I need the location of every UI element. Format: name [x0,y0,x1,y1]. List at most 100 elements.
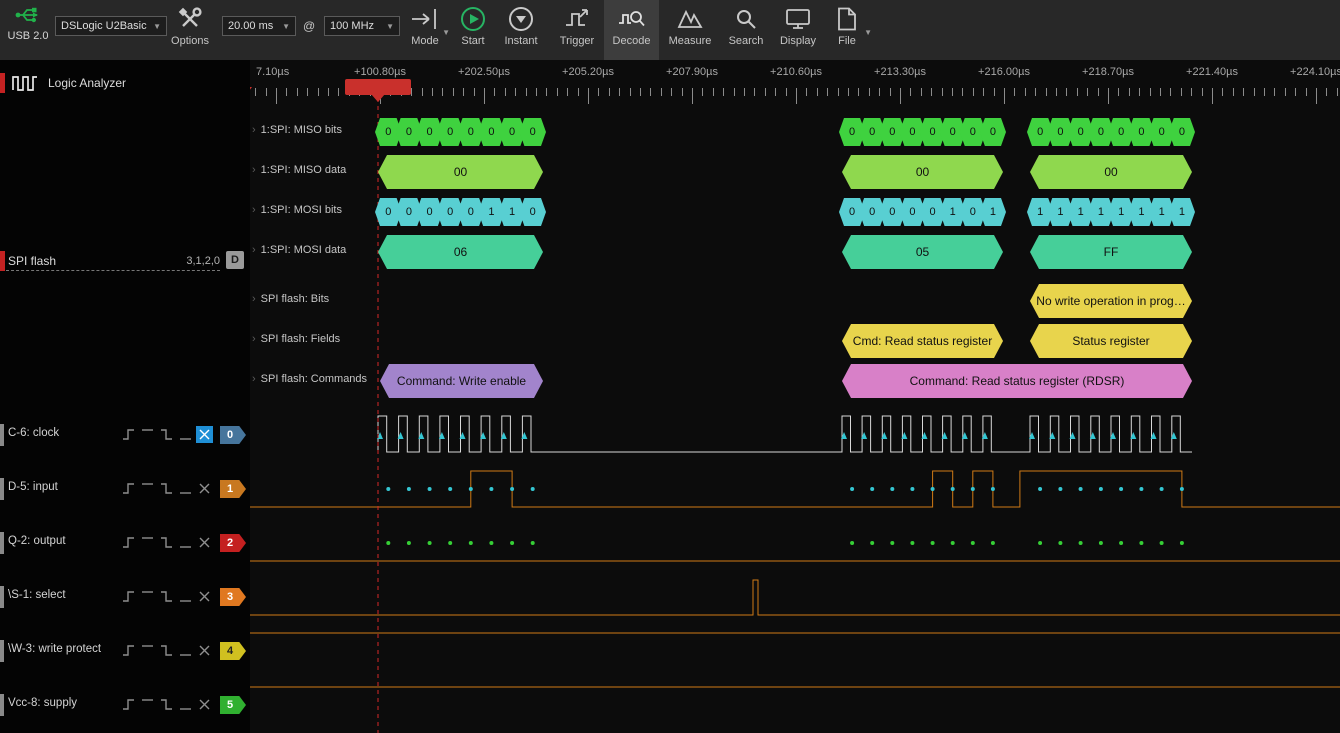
decode-annotation[interactable]: 00 [842,155,1003,189]
decode-row-label[interactable]: ›SPI flash: Commands [250,373,382,389]
decode-annotation[interactable]: 0 [1169,118,1195,146]
falling-edge-trigger-icon[interactable] [158,534,175,551]
decode-row-label[interactable]: ›1:SPI: MISO bits [250,124,382,140]
channel-row[interactable]: Q-2: output2 [0,531,250,555]
any-edge-trigger-icon[interactable] [196,426,213,443]
falling-edge-trigger-icon[interactable] [158,696,175,713]
file-button[interactable]: File ▼ [821,2,873,60]
falling-edge-trigger-icon[interactable] [158,642,175,659]
decode-annotation[interactable]: No write operation in prog… [1030,284,1192,318]
decode-annotation[interactable]: 05 [842,235,1003,269]
decode-annotation[interactable]: 0 [980,118,1006,146]
row-collapse-icon[interactable]: › [252,333,256,345]
options-button[interactable]: Options [162,2,218,60]
channel-index-badge[interactable]: 2 [220,534,246,552]
decode-annotation[interactable]: Command: Read status register (RDSR) [842,364,1192,398]
decode-row-label[interactable]: ›1:SPI: MOSI bits [250,204,382,220]
row-collapse-icon[interactable]: › [252,293,256,305]
any-edge-trigger-icon[interactable] [196,534,213,551]
channel-index-badge[interactable]: 4 [220,642,246,660]
device-row[interactable]: Logic Analyzer [0,72,250,96]
row-collapse-icon[interactable]: › [252,204,256,216]
decoder-row[interactable]: SPI flash 3,1,2,0 D [0,250,250,274]
low-level-trigger-icon[interactable] [177,696,194,713]
falling-edge-trigger-icon[interactable] [158,480,175,497]
row-collapse-icon[interactable]: › [252,244,256,256]
decode-annotation[interactable]: FF [1030,235,1192,269]
channel-index-badge[interactable]: 3 [220,588,246,606]
trigger-flag[interactable] [345,79,411,95]
low-level-trigger-icon[interactable] [177,426,194,443]
channel-index-badge[interactable]: 1 [220,480,246,498]
decode-annotation[interactable]: Command: Write enable [380,364,543,398]
measure-button[interactable]: Measure [664,2,716,60]
high-level-trigger-icon[interactable] [139,426,156,443]
channel-row[interactable]: Vcc-8: supply5 [0,693,250,717]
decode-annotation[interactable]: 00 [1030,155,1192,189]
high-level-trigger-icon[interactable] [139,642,156,659]
decode-row-label[interactable]: ›1:SPI: MOSI data [250,244,382,260]
decode-annotation[interactable]: Status register [1030,324,1192,358]
rising-edge-trigger-icon[interactable] [120,588,137,605]
any-edge-trigger-icon[interactable] [196,642,213,659]
sample-rate-select[interactable]: 100 MHz ▼ [324,16,400,36]
decode-row-label[interactable]: ›SPI flash: Fields [250,333,382,349]
high-level-trigger-icon[interactable] [139,696,156,713]
channel-grab-handle[interactable] [0,532,4,554]
high-level-trigger-icon[interactable] [139,480,156,497]
high-level-trigger-icon[interactable] [139,588,156,605]
channel-row[interactable]: \W-3: write protect4 [0,639,250,663]
any-edge-trigger-icon[interactable] [196,480,213,497]
device-select[interactable]: DSLogic U2Basic ▼ [55,16,167,36]
row-collapse-icon[interactable]: › [252,164,256,176]
channel-row[interactable]: \S-1: select3 [0,585,250,609]
decode-row-label[interactable]: ›1:SPI: MISO data [250,164,382,180]
rising-edge-trigger-icon[interactable] [120,426,137,443]
decode-annotation[interactable]: 00 [378,155,543,189]
ruler-tick [1243,88,1244,96]
decode-annotation[interactable]: 1 [980,198,1006,226]
any-edge-trigger-icon[interactable] [196,588,213,605]
row-collapse-icon[interactable]: › [252,373,256,385]
rising-edge-trigger-icon[interactable] [120,642,137,659]
decode-button[interactable]: Decode [604,0,659,60]
decode-row-label[interactable]: ›SPI flash: Bits [250,293,382,309]
channel-grab-handle[interactable] [0,694,4,716]
low-level-trigger-icon[interactable] [177,534,194,551]
rising-edge-trigger-icon[interactable] [120,696,137,713]
instant-button[interactable]: Instant [495,2,547,60]
falling-edge-trigger-icon[interactable] [158,588,175,605]
decode-annotation[interactable]: 0 [519,118,546,146]
channel-grab-handle[interactable] [0,586,4,608]
channel-index-badge[interactable]: 5 [220,696,246,714]
device-color-tab[interactable] [0,73,5,93]
low-level-trigger-icon[interactable] [177,480,194,497]
decode-annotation[interactable]: 1 [1169,198,1195,226]
sample-duration-select[interactable]: 20.00 ms ▼ [222,16,296,36]
channel-row[interactable]: D-5: input1 [0,477,250,501]
low-level-trigger-icon[interactable] [177,588,194,605]
rising-edge-trigger-icon[interactable] [120,480,137,497]
decode-annotation[interactable]: 06 [378,235,543,269]
channel-grab-handle[interactable] [0,478,4,500]
search-button[interactable]: Search [720,2,772,60]
decode-annotation[interactable]: Cmd: Read status register [842,324,1003,358]
channel-grab-handle[interactable] [0,424,4,446]
rising-edge-trigger-icon[interactable] [120,534,137,551]
decode-annotation[interactable]: 0 [519,198,546,226]
mode-button[interactable]: Mode ▼ [399,2,451,60]
channel-index-badge[interactable]: 0 [220,426,246,444]
row-collapse-icon[interactable]: › [252,124,256,136]
channel-row[interactable]: C-6: clock0 [0,423,250,447]
falling-edge-trigger-icon[interactable] [158,426,175,443]
decoder-badge[interactable]: D [226,251,244,269]
trigger-button[interactable]: Trigger [551,2,603,60]
ruler-tick [869,88,870,96]
display-button[interactable]: Display [772,2,824,60]
low-level-trigger-icon[interactable] [177,642,194,659]
channel-grab-handle[interactable] [0,640,4,662]
start-button[interactable]: Start [447,2,499,60]
high-level-trigger-icon[interactable] [139,534,156,551]
any-edge-trigger-icon[interactable] [196,696,213,713]
decoder-color-tab[interactable] [0,251,5,271]
